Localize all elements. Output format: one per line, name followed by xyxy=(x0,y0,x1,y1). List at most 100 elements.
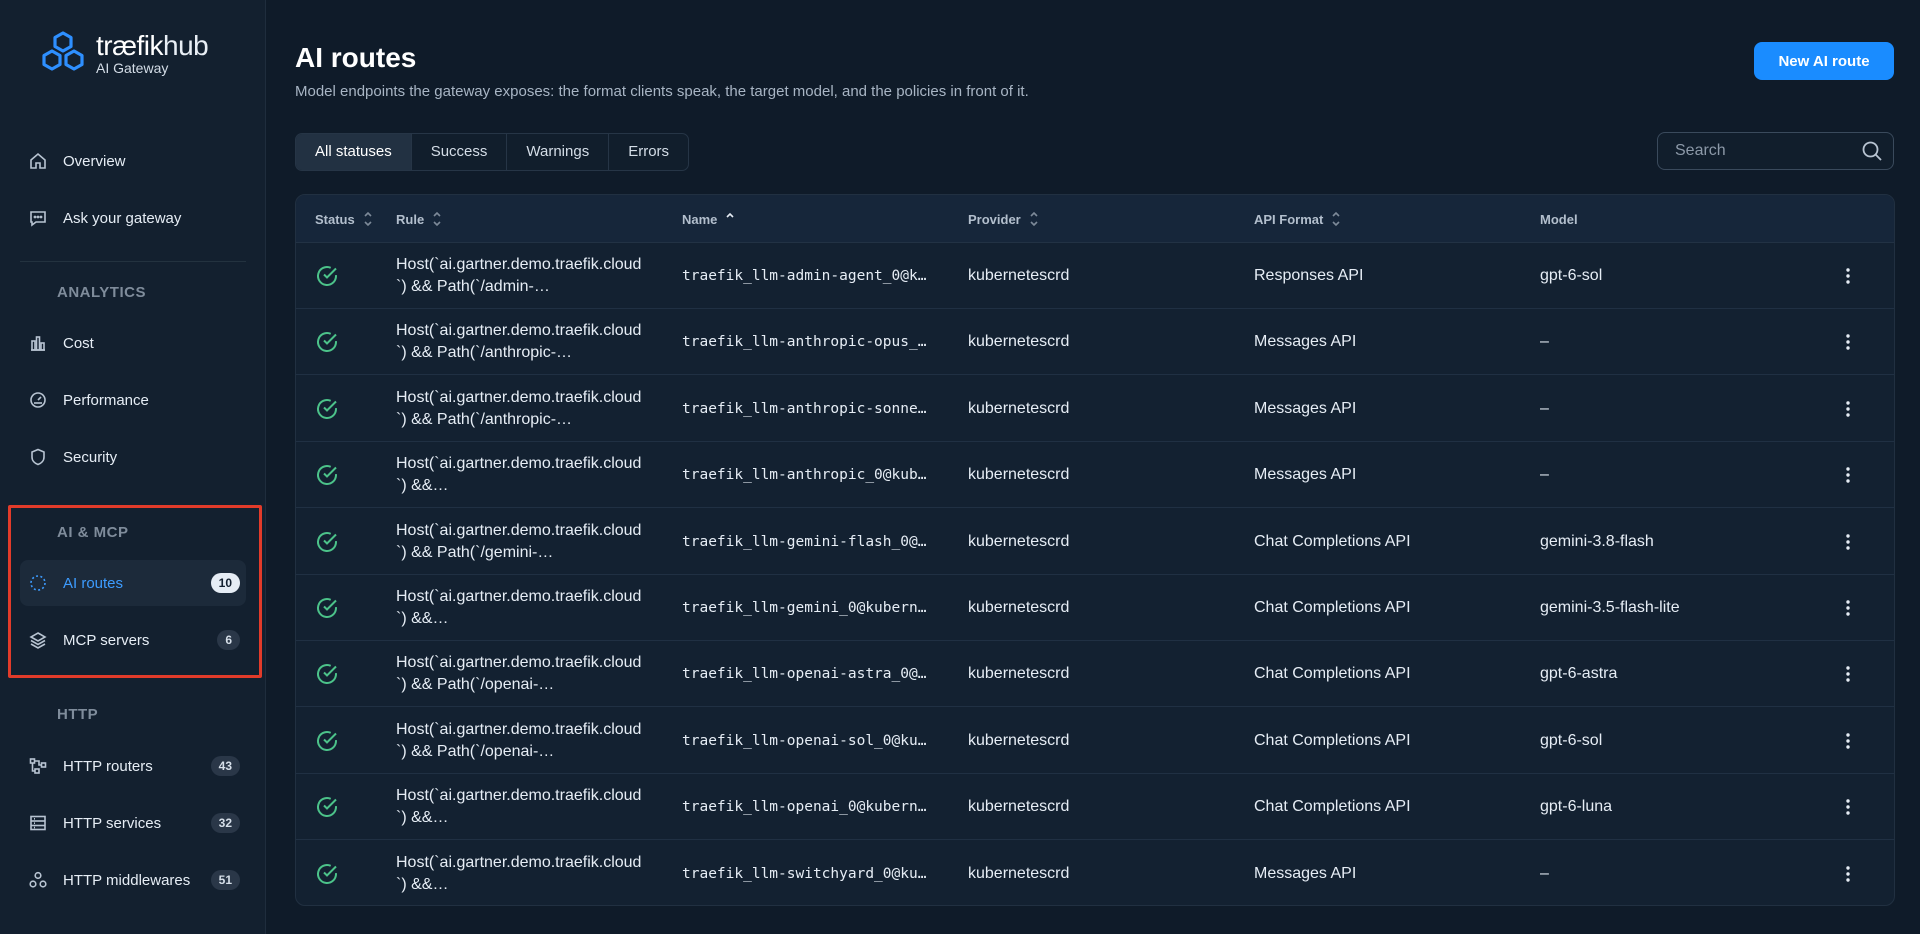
sidebar-item-ai-routes[interactable]: AI routes 10 xyxy=(20,560,246,606)
provider-cell: kubernetescrd xyxy=(968,731,1070,749)
brand-subtitle: AI Gateway xyxy=(96,60,169,76)
page-subtitle: Model endpoints the gateway exposes: the… xyxy=(295,83,1029,100)
sidebar-item-performance[interactable]: Performance xyxy=(20,377,246,423)
column-header-model: Model xyxy=(1540,211,1578,227)
model-cell: gpt-6-sol xyxy=(1540,267,1603,284)
name-cell[interactable]: traefik_llm-openai_0@kubernetescrd xyxy=(682,774,932,840)
success-check-icon xyxy=(315,575,339,641)
sort-icon xyxy=(1029,210,1039,228)
sort-icon xyxy=(432,210,442,228)
rule-cell: Host(`ai.gartner.demo.traefik.cloud`) &&… xyxy=(396,388,642,428)
sidebar-item-http-middlewares[interactable]: HTTP middlewares 51 xyxy=(20,857,246,903)
table-row[interactable]: Host(`ai.gartner.demo.traefik.cloud`) &&… xyxy=(296,641,1894,708)
name-cell[interactable]: traefik_llm-anthropic-sonnet_0@kubernete… xyxy=(682,376,932,442)
name-cell[interactable]: traefik_llm-gemini-flash_0@kubernetescrd xyxy=(682,509,932,575)
table-row[interactable]: Host(`ai.gartner.demo.traefik.cloud`) &&… xyxy=(296,841,1894,905)
table-row[interactable]: Host(`ai.gartner.demo.traefik.cloud`) &&… xyxy=(296,442,1894,509)
table-header: Status Rule Name Provider API Format Mod… xyxy=(296,195,1894,243)
table-row[interactable]: Host(`ai.gartner.demo.traefik.cloud`) &&… xyxy=(296,509,1894,575)
tab-warnings[interactable]: Warnings xyxy=(507,134,610,170)
model-cell: – xyxy=(1540,333,1549,351)
table-row[interactable]: Host(`ai.gartner.demo.traefik.cloud`) &&… xyxy=(296,243,1894,309)
row-actions-menu-icon[interactable] xyxy=(1836,596,1860,620)
tab-all-statuses[interactable]: All statuses xyxy=(296,134,412,170)
sidebar-divider xyxy=(20,261,246,262)
name-cell[interactable]: traefik_llm-anthropic_0@kubernetescrd xyxy=(682,442,932,508)
table-row[interactable]: Host(`ai.gartner.demo.traefik.cloud`) &&… xyxy=(296,376,1894,442)
provider-cell: kubernetescrd xyxy=(968,798,1070,816)
row-actions-menu-icon[interactable] xyxy=(1836,795,1860,819)
traefik-hub-logo[interactable]: træfikhub AI Gateway xyxy=(38,30,209,76)
sidebar-item-cost[interactable]: Cost xyxy=(20,320,246,366)
table-row[interactable]: Host(`ai.gartner.demo.traefik.cloud`) &&… xyxy=(296,309,1894,376)
bar-chart-icon xyxy=(24,329,52,357)
row-actions-menu-icon[interactable] xyxy=(1836,862,1860,886)
sidebar-item-label: HTTP routers xyxy=(63,757,153,775)
middleware-icon xyxy=(24,866,52,894)
row-actions-menu-icon[interactable] xyxy=(1836,729,1860,753)
row-actions-menu-icon[interactable] xyxy=(1836,463,1860,487)
ai-routes-icon xyxy=(24,569,52,597)
name-cell[interactable]: traefik_llm-openai-astra_0@kubernetescrd xyxy=(682,641,932,707)
success-check-icon xyxy=(315,309,339,375)
sidebar-item-security[interactable]: Security xyxy=(20,434,246,480)
row-actions-menu-icon[interactable] xyxy=(1836,530,1860,554)
sidebar-item-http-services[interactable]: HTTP services 32 xyxy=(20,800,246,846)
sidebar-item-mcp-servers[interactable]: MCP servers 6 xyxy=(20,617,246,663)
sidebar-item-ask-your-gateway[interactable]: Ask your gateway xyxy=(20,195,246,241)
success-check-icon xyxy=(315,708,339,774)
model-cell: gpt-6-sol xyxy=(1540,731,1603,749)
name-cell[interactable]: traefik_llm-admin-agent_0@kubernetescrd xyxy=(682,243,932,309)
name-cell[interactable]: traefik_llm-anthropic-opus_0@kubernetesc… xyxy=(682,309,932,375)
column-header-status[interactable]: Status xyxy=(315,195,373,243)
tab-success[interactable]: Success xyxy=(412,134,508,170)
row-actions-menu-icon[interactable] xyxy=(1836,264,1860,288)
table-row[interactable]: Host(`ai.gartner.demo.traefik.cloud`) &&… xyxy=(296,774,1894,841)
search-input[interactable] xyxy=(1658,142,1848,160)
api-format-cell: Messages API xyxy=(1254,399,1357,417)
api-format-cell: Messages API xyxy=(1254,333,1357,351)
rule-cell: Host(`ai.gartner.demo.traefik.cloud`) &&… xyxy=(396,853,642,893)
name-cell[interactable]: traefik_llm-openai-sol_0@kubernetescrd xyxy=(682,708,932,774)
table-row[interactable]: Host(`ai.gartner.demo.traefik.cloud`) &&… xyxy=(296,708,1894,774)
api-format-cell: Messages API xyxy=(1254,466,1357,484)
count-badge: 43 xyxy=(210,756,240,776)
column-header-api-format[interactable]: API Format xyxy=(1254,195,1341,243)
rule-cell: Host(`ai.gartner.demo.traefik.cloud`) &&… xyxy=(396,322,642,362)
api-format-cell: Chat Completions API xyxy=(1254,532,1411,550)
rule-cell: Host(`ai.gartner.demo.traefik.cloud`) &&… xyxy=(396,256,642,295)
sidebar-item-overview[interactable]: Overview xyxy=(20,138,246,184)
model-cell: gemini-3.5-flash-lite xyxy=(1540,599,1680,616)
provider-cell: kubernetescrd xyxy=(968,864,1070,882)
rule-cell: Host(`ai.gartner.demo.traefik.cloud`) &&… xyxy=(396,455,642,495)
row-actions-menu-icon[interactable] xyxy=(1836,330,1860,354)
name-cell[interactable]: traefik_llm-switchyard_0@kubernetescrd xyxy=(682,841,932,905)
table-row[interactable]: Host(`ai.gartner.demo.traefik.cloud`) &&… xyxy=(296,575,1894,641)
model-cell: – xyxy=(1540,399,1549,417)
tab-errors[interactable]: Errors xyxy=(609,134,688,170)
layers-icon xyxy=(24,626,52,654)
services-icon xyxy=(24,809,52,837)
provider-cell: kubernetescrd xyxy=(968,466,1070,484)
row-actions-menu-icon[interactable] xyxy=(1836,662,1860,686)
api-format-cell: Chat Completions API xyxy=(1254,798,1411,816)
api-format-cell: Messages API xyxy=(1254,864,1357,882)
status-filter-tabs: All statuses Success Warnings Errors xyxy=(295,133,690,171)
row-actions-menu-icon[interactable] xyxy=(1836,397,1860,421)
success-check-icon xyxy=(315,509,339,575)
search-icon[interactable] xyxy=(1861,140,1883,162)
success-check-icon xyxy=(315,774,339,840)
sidebar-item-http-routers[interactable]: HTTP routers 43 xyxy=(20,743,246,789)
model-cell: gpt-6-astra xyxy=(1540,665,1618,683)
new-ai-route-button[interactable]: New AI route xyxy=(1754,42,1894,80)
name-cell[interactable]: traefik_llm-gemini_0@kubernetescrd xyxy=(682,575,932,641)
column-header-provider[interactable]: Provider xyxy=(968,195,1039,243)
search-box xyxy=(1657,132,1894,170)
success-check-icon xyxy=(315,841,339,905)
provider-cell: kubernetescrd xyxy=(968,267,1070,284)
api-format-cell: Chat Completions API xyxy=(1254,665,1411,683)
column-header-name[interactable]: Name xyxy=(682,195,735,243)
sort-ascending-icon xyxy=(725,210,735,228)
chat-icon xyxy=(24,204,52,232)
column-header-rule[interactable]: Rule xyxy=(396,195,442,243)
